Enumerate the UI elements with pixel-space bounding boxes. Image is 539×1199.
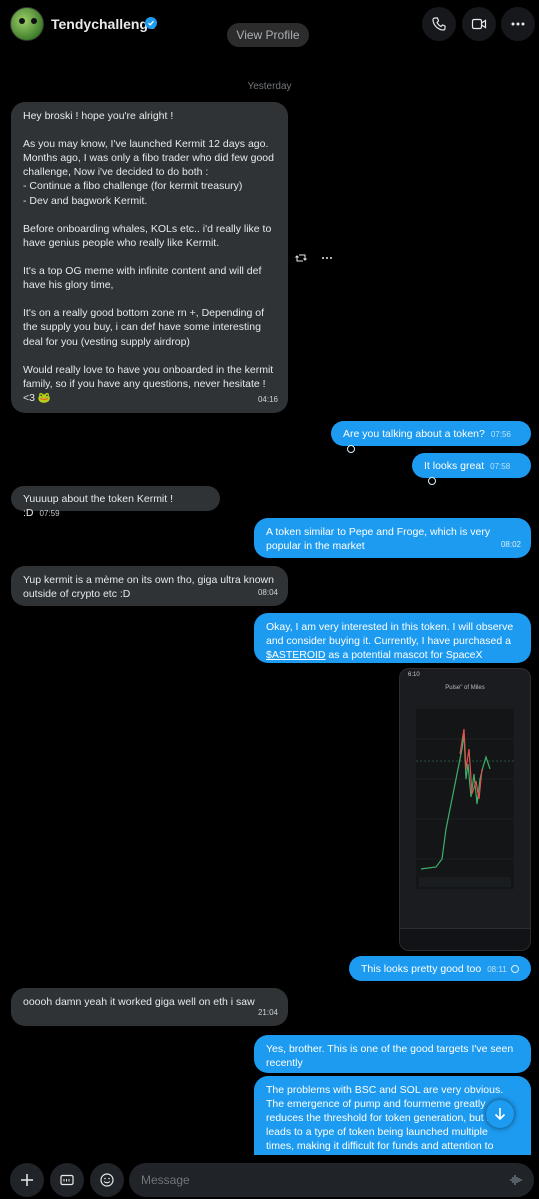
phone-icon bbox=[432, 17, 446, 31]
message-outgoing[interactable]: This looks pretty good too 08:11 bbox=[349, 956, 531, 981]
screenshot-tab-bar bbox=[400, 928, 530, 950]
scroll-to-bottom-button[interactable] bbox=[486, 1100, 514, 1128]
date-separator: Yesterday bbox=[247, 81, 292, 92]
arrow-down-icon bbox=[494, 1108, 506, 1121]
message-text: Are you talking about a token? bbox=[343, 428, 485, 440]
message-time: 07:59 bbox=[39, 509, 60, 519]
message-text: It looks great bbox=[424, 460, 485, 472]
price-chart bbox=[416, 709, 514, 889]
view-profile-button[interactable]: View Profile bbox=[227, 23, 309, 47]
retweet-icon[interactable] bbox=[295, 251, 307, 269]
message-outgoing[interactable]: Are you talking about a token? 07:56 bbox=[331, 421, 531, 454]
emoji-icon bbox=[100, 1173, 114, 1187]
message-text: This looks pretty good too bbox=[361, 963, 482, 975]
chat-header: Tendychallenge View Profile bbox=[0, 0, 539, 50]
message-time: 08:02 bbox=[500, 539, 521, 549]
message-outgoing[interactable]: It looks great 07:58 bbox=[412, 453, 531, 486]
avatar[interactable] bbox=[10, 7, 44, 41]
message-incoming[interactable]: ooooh damn yeah it worked giga well on e… bbox=[11, 988, 288, 1026]
more-icon bbox=[511, 22, 525, 26]
chat-name[interactable]: Tendychallenge bbox=[51, 16, 156, 32]
message-incoming[interactable]: Yuuuup about the token Kermit ! :D 07:59 bbox=[11, 486, 220, 519]
gif-icon bbox=[60, 1174, 74, 1186]
message-outgoing[interactable]: Okay, I am very interested in this token… bbox=[254, 613, 531, 663]
screenshot-status-bar: 6:10 bbox=[408, 672, 420, 678]
message-time: 21:04 bbox=[257, 1007, 278, 1017]
message-input[interactable] bbox=[129, 1163, 534, 1197]
message-text: as a potential mascot for SpaceX bbox=[325, 649, 483, 662]
video-icon bbox=[471, 18, 487, 30]
message-outgoing[interactable]: Yes, brother. This is one of the good ta… bbox=[254, 1035, 531, 1073]
more-options-button[interactable] bbox=[501, 7, 535, 41]
message-time: 08:11 bbox=[487, 965, 507, 974]
message-text: The problems with BSC and SOL are very o… bbox=[266, 1084, 504, 1166]
more-horizontal-icon[interactable] bbox=[321, 251, 333, 269]
voice-icon[interactable] bbox=[510, 1174, 522, 1186]
read-receipt-icon bbox=[510, 965, 519, 973]
message-incoming[interactable]: Yup kermit is a mème on its own tho, gig… bbox=[11, 566, 288, 606]
add-attachment-button[interactable] bbox=[10, 1163, 44, 1197]
read-receipt-icon bbox=[347, 445, 355, 454]
message-time: 04:16 bbox=[257, 394, 278, 404]
read-receipt-icon bbox=[428, 477, 436, 486]
message-text: Yes, brother. This is one of the good ta… bbox=[266, 1043, 514, 1070]
emoji-button[interactable] bbox=[90, 1163, 124, 1197]
message-text: Yup kermit is a mème on its own tho, gig… bbox=[23, 574, 274, 601]
image-attachment[interactable]: 6:10 Pulse" of Miles bbox=[399, 668, 531, 951]
phone-button[interactable] bbox=[422, 7, 456, 41]
token-link[interactable]: $ASTEROID bbox=[266, 649, 326, 661]
message-time: 08:04 bbox=[257, 587, 278, 597]
message-actions bbox=[295, 251, 343, 269]
message-text: Hey broski ! hope you're alright ! As yo… bbox=[23, 110, 274, 404]
message-incoming[interactable]: Hey broski ! hope you're alright ! As yo… bbox=[11, 102, 288, 413]
message-text: ooooh damn yeah it worked giga well on e… bbox=[23, 996, 255, 1008]
plus-icon bbox=[21, 1174, 33, 1186]
screenshot-title: Pulse" of Miles bbox=[445, 685, 485, 691]
verified-badge-icon bbox=[145, 17, 157, 29]
video-button[interactable] bbox=[462, 7, 496, 41]
message-outgoing[interactable]: A token similar to Pepe and Froge, which… bbox=[254, 518, 531, 558]
message-time: 07:58 bbox=[490, 462, 511, 471]
message-time: 07:56 bbox=[490, 430, 511, 439]
message-text: Okay, I am very interested in this token… bbox=[266, 621, 514, 648]
message-composer bbox=[0, 1155, 539, 1199]
message-text: A token similar to Pepe and Froge, which… bbox=[266, 526, 491, 553]
gif-button[interactable] bbox=[50, 1163, 84, 1197]
